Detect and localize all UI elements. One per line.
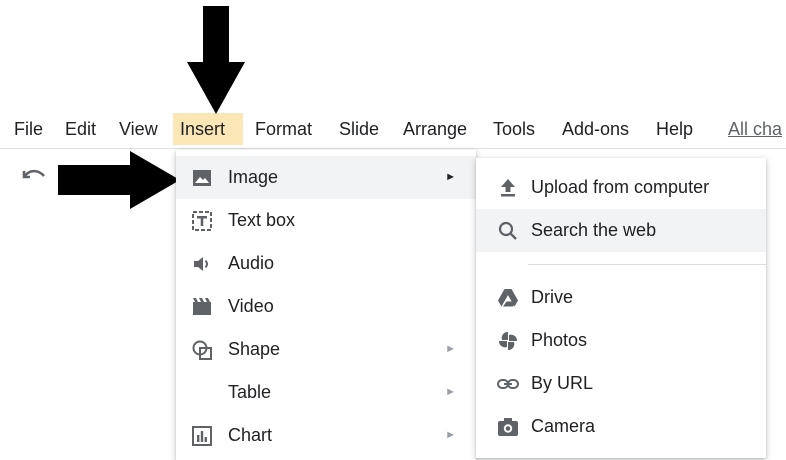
undo-icon[interactable]	[20, 163, 48, 187]
text-box-icon	[192, 211, 212, 231]
chart-icon	[192, 426, 212, 446]
by-url-item[interactable]: By URL	[476, 362, 766, 405]
menu-arrange[interactable]: Arrange	[403, 113, 467, 145]
insert-chart-item[interactable]: Chart ►	[176, 414, 476, 457]
drive-item[interactable]: Drive	[476, 276, 766, 319]
menu-view[interactable]: View	[119, 113, 158, 145]
toolbar-divider	[0, 148, 786, 149]
insert-table-item[interactable]: Table ►	[176, 371, 476, 414]
photos-label: Photos	[531, 330, 588, 350]
insert-audio-item[interactable]: Audio	[176, 242, 476, 285]
camera-icon	[498, 418, 518, 436]
shape-icon	[192, 340, 212, 360]
camera-label: Camera	[531, 416, 596, 436]
insert-image-item[interactable]: Image ►	[176, 156, 476, 199]
submenu-caret: ►	[445, 343, 456, 355]
search-the-web-item[interactable]: Search the web	[476, 209, 766, 252]
insert-audio-label: Audio	[228, 253, 275, 273]
upload-from-computer-label: Upload from computer	[531, 177, 710, 197]
menu-file[interactable]: File	[14, 113, 43, 145]
menu-insert[interactable]: Insert	[173, 113, 243, 145]
search-the-web-label: Search the web	[531, 220, 657, 240]
insert-video-item[interactable]: Video	[176, 285, 476, 328]
insert-shape-item[interactable]: Shape ►	[176, 328, 476, 371]
menu-slide[interactable]: Slide	[339, 113, 379, 145]
insert-text-box-label: Text box	[228, 210, 296, 230]
submenu-caret: ►	[445, 429, 456, 441]
photos-item[interactable]: Photos	[476, 319, 766, 362]
submenu-caret: ►	[445, 171, 456, 183]
menu-bar: File Edit View Insert Format Slide Arran…	[0, 113, 786, 145]
insert-menu-dropdown: Image ► Text box Audio Video Shape ► Tab…	[176, 150, 476, 460]
insert-video-label: Video	[228, 296, 274, 316]
upload-icon	[501, 179, 515, 197]
image-icon	[193, 170, 211, 186]
submenu-caret: ►	[445, 386, 456, 398]
insert-table-label: Table	[228, 382, 272, 402]
camera-item[interactable]: Camera	[476, 405, 766, 448]
menu-edit[interactable]: Edit	[65, 113, 96, 145]
right-arrow-annotation	[58, 151, 180, 209]
drive-label: Drive	[531, 287, 574, 307]
audio-icon	[194, 257, 208, 271]
menu-format[interactable]: Format	[255, 113, 312, 145]
menu-tools[interactable]: Tools	[493, 113, 535, 145]
image-submenu: Upload from computer Search the web Driv…	[476, 158, 766, 458]
drive-icon	[498, 289, 518, 307]
by-url-label: By URL	[531, 373, 594, 393]
search-icon	[498, 221, 517, 240]
insert-shape-label: Shape	[228, 339, 281, 359]
photos-icon	[498, 331, 518, 351]
upload-from-computer-item[interactable]: Upload from computer	[476, 166, 766, 209]
insert-image-label: Image	[228, 167, 279, 187]
insert-chart-label: Chart	[228, 425, 273, 445]
menu-addons[interactable]: Add-ons	[562, 113, 629, 145]
link-icon	[497, 379, 519, 389]
down-arrow-annotation	[187, 6, 245, 114]
menu-help[interactable]: Help	[656, 113, 693, 145]
video-icon	[193, 298, 211, 315]
submenu-separator	[528, 264, 766, 265]
insert-text-box-item[interactable]: Text box	[176, 199, 476, 242]
all-changes-link[interactable]: All cha	[728, 113, 782, 145]
